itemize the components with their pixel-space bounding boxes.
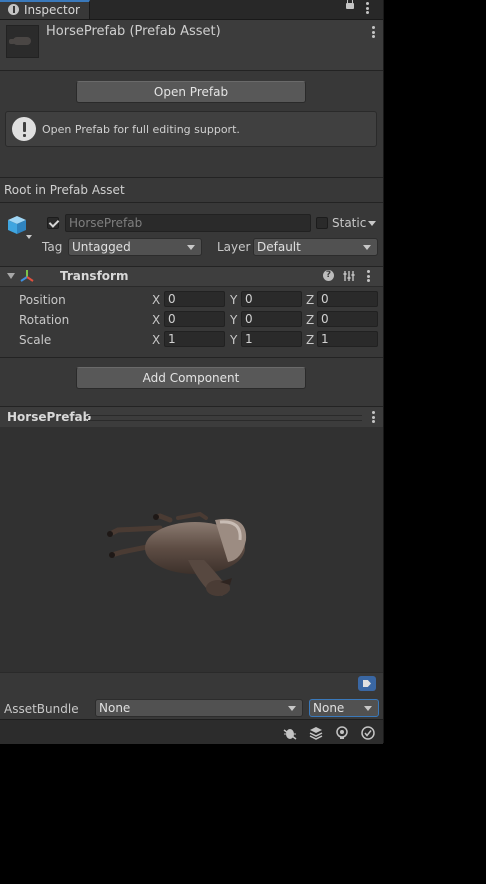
icon-dropdown-arrow-icon[interactable] <box>26 235 32 239</box>
rotation-y-field[interactable]: 0 <box>241 311 302 327</box>
position-y-field[interactable]: 0 <box>241 291 302 307</box>
tab-inspector[interactable]: Inspector <box>0 0 90 19</box>
asset-thumbnail <box>6 25 39 58</box>
add-component-button[interactable]: Add Component <box>76 367 306 389</box>
asset-menu-icon[interactable] <box>372 26 375 38</box>
preview-title: HorsePrefab <box>7 410 92 424</box>
layer-dropdown[interactable]: Default <box>253 238 378 256</box>
assetbundle-variant-value: None <box>313 701 345 715</box>
scale-x-field[interactable]: 1 <box>164 331 225 347</box>
tab-label: Inspector <box>24 3 80 17</box>
tab-bar: Inspector <box>0 0 383 20</box>
help-message: Open Prefab for full editing support. <box>42 123 240 136</box>
assetbundle-variant-dropdown[interactable]: None <box>309 699 379 717</box>
asset-header: HorsePrefab (Prefab Asset) <box>0 20 383 71</box>
open-prefab-button[interactable]: Open Prefab <box>76 81 306 103</box>
scale-z-field[interactable]: 1 <box>317 331 378 347</box>
axis-x-label: X <box>152 333 161 347</box>
layer-value: Default <box>257 240 301 254</box>
layer-label: Layer <box>217 240 251 254</box>
check-circle-icon[interactable] <box>361 726 375 740</box>
axis-z-label: Z <box>306 313 315 327</box>
gameobject-name-field[interactable]: HorsePrefab <box>65 214 311 232</box>
assetbundle-name-dropdown[interactable]: None <box>95 699 303 717</box>
help-box: Open Prefab for full editing support. <box>5 111 377 147</box>
info-icon <box>8 4 19 15</box>
scale-label: Scale <box>19 333 52 347</box>
position-label: Position <box>19 293 66 307</box>
tab-menu-icon[interactable] <box>366 2 369 14</box>
assetbundle-name-value: None <box>99 701 131 715</box>
active-checkbox[interactable] <box>47 217 59 229</box>
axis-x-label: X <box>152 293 161 307</box>
transform-title: Transform <box>60 269 129 283</box>
rotation-z-field[interactable]: 0 <box>317 311 378 327</box>
help-icon[interactable]: ? <box>323 270 334 281</box>
static-dropdown-arrow-icon[interactable] <box>368 221 376 226</box>
axis-x-label: X <box>152 313 161 327</box>
assetbundle-label: AssetBundle <box>4 702 79 716</box>
axis-y-label: Y <box>230 313 238 327</box>
axis-z-label: Z <box>306 333 315 347</box>
position-z-field[interactable]: 0 <box>317 291 378 307</box>
component-menu-icon[interactable] <box>367 270 370 282</box>
axis-z-label: Z <box>306 293 315 307</box>
lock-icon[interactable] <box>346 0 354 9</box>
asset-title: HorsePrefab (Prefab Asset) <box>46 24 221 39</box>
divider <box>0 357 383 358</box>
chevron-down-icon <box>363 245 371 250</box>
scale-y-field[interactable]: 1 <box>241 331 302 347</box>
resize-handle[interactable] <box>88 415 362 421</box>
static-label[interactable]: Static <box>332 216 366 230</box>
transform-axes-icon <box>20 270 34 282</box>
divider <box>0 202 383 203</box>
chevron-down-icon <box>187 245 195 250</box>
root-label: Root in Prefab Asset <box>4 183 125 197</box>
gameobject-cube-icon[interactable] <box>6 214 28 236</box>
root-bar: Root in Prefab Asset <box>0 178 383 202</box>
bug-icon[interactable] <box>283 726 297 740</box>
rotation-label: Rotation <box>19 313 70 327</box>
status-footer <box>0 719 383 744</box>
transform-header[interactable]: Transform ? <box>0 266 383 287</box>
horse-model-image[interactable] <box>100 500 260 610</box>
tag-dropdown[interactable]: Untagged <box>68 238 202 256</box>
rotation-x-field[interactable]: 0 <box>164 311 225 327</box>
chevron-down-icon <box>364 706 372 711</box>
preview-header[interactable]: HorsePrefab <box>0 406 383 428</box>
axis-y-label: Y <box>230 293 238 307</box>
static-checkbox[interactable] <box>316 217 328 229</box>
chevron-down-icon <box>288 706 296 711</box>
position-x-field[interactable]: 0 <box>164 291 225 307</box>
presets-icon[interactable] <box>343 270 355 282</box>
tag-value: Untagged <box>72 240 131 254</box>
tag-label: Tag <box>42 240 63 254</box>
bulb-icon[interactable] <box>335 726 349 740</box>
info-icon <box>12 117 36 141</box>
axis-y-label: Y <box>230 333 238 347</box>
layers-icon[interactable] <box>309 726 323 740</box>
preview-menu-icon[interactable] <box>372 411 375 423</box>
foldout-arrow-icon[interactable] <box>7 273 15 279</box>
tag-icon[interactable] <box>358 676 376 691</box>
